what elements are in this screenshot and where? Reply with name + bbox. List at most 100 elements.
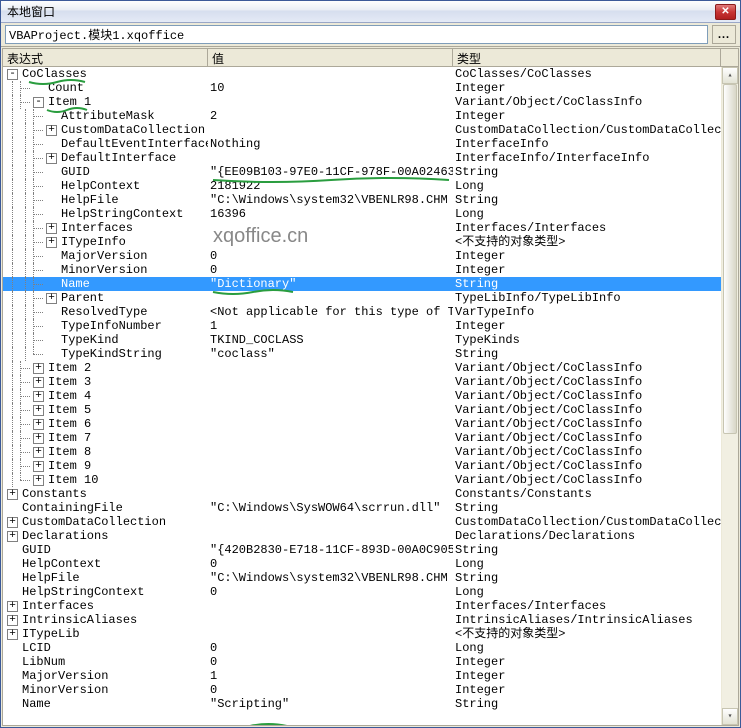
tree-row[interactable]: HelpFile"C:\Windows\system32\VBENLR98.CH… (3, 193, 738, 207)
scroll-down-button[interactable]: ▾ (722, 708, 738, 725)
cell-expression: +DefaultInterface (3, 151, 208, 165)
tree-row[interactable]: LCID0Long (3, 641, 738, 655)
expand-icon[interactable]: + (33, 363, 44, 374)
tree-row[interactable]: +ConstantsConstants/Constants (3, 487, 738, 501)
expand-icon[interactable]: + (7, 531, 18, 542)
scroll-track[interactable] (722, 84, 738, 708)
tree-row[interactable]: HelpContext0Long (3, 557, 738, 571)
expand-icon[interactable]: + (33, 405, 44, 416)
tree-row[interactable]: MajorVersion0Integer (3, 249, 738, 263)
column-header-expression[interactable]: 表达式 (3, 49, 208, 66)
expand-icon[interactable]: + (7, 517, 18, 528)
tree-row[interactable]: +IntrinsicAliasesIntrinsicAliases/Intrin… (3, 613, 738, 627)
tree-row[interactable]: TypeKindString"coclass"String (3, 347, 738, 361)
expand-icon[interactable]: + (7, 489, 18, 500)
cell-value (208, 445, 453, 459)
tree-row[interactable]: +ITypeInfo<不支持的对象类型> (3, 235, 738, 249)
cell-type: Integer (453, 319, 721, 333)
expand-icon[interactable]: + (7, 601, 18, 612)
tree-row[interactable]: +ParentTypeLibInfo/TypeLibInfo (3, 291, 738, 305)
cell-value: "Dictionary" (208, 277, 453, 291)
tree-row[interactable]: +Item 5Variant/Object/CoClassInfo (3, 403, 738, 417)
context-browse-button[interactable]: ... (712, 25, 736, 44)
column-header-type[interactable]: 类型 (453, 49, 721, 66)
expand-icon[interactable]: + (33, 475, 44, 486)
cell-value: 1 (208, 669, 453, 683)
expand-icon[interactable]: + (46, 237, 57, 248)
tree-row[interactable]: +Item 6Variant/Object/CoClassInfo (3, 417, 738, 431)
expand-icon[interactable]: + (33, 391, 44, 402)
collapse-icon[interactable]: - (33, 97, 44, 108)
tree-row[interactable]: Count10Integer (3, 81, 738, 95)
column-header-value[interactable]: 值 (208, 49, 453, 66)
cell-type: Integer (453, 655, 721, 669)
grid-body[interactable]: -CoClassesCoClasses/CoClassesCount10Inte… (3, 67, 738, 725)
vertical-scrollbar[interactable]: ▴ ▾ (721, 67, 738, 725)
close-icon: ✕ (721, 6, 729, 17)
tree-row[interactable]: TypeInfoNumber1Integer (3, 319, 738, 333)
expand-icon[interactable]: + (33, 433, 44, 444)
tree-row[interactable]: +CustomDataCollectionCustomDataCollectio… (3, 123, 738, 137)
expand-icon[interactable]: + (7, 629, 18, 640)
close-button[interactable]: ✕ (715, 4, 736, 20)
tree-row[interactable]: HelpFile"C:\Windows\system32\VBENLR98.CH… (3, 571, 738, 585)
scroll-thumb[interactable] (723, 84, 737, 434)
tree-row[interactable]: TypeKindTKIND_COCLASSTypeKinds (3, 333, 738, 347)
tree-row[interactable]: AttributeMask2Integer (3, 109, 738, 123)
tree-row[interactable]: GUID"{EE09B103-97E0-11CF-978F-00A02463E0… (3, 165, 738, 179)
tree-row[interactable]: +InterfacesInterfaces/Interfaces (3, 599, 738, 613)
cell-value: 2 (208, 109, 453, 123)
tree-row[interactable]: HelpStringContext16396Long (3, 207, 738, 221)
tree-row[interactable]: +Item 2Variant/Object/CoClassInfo (3, 361, 738, 375)
collapse-icon[interactable]: - (7, 69, 18, 80)
tree-row[interactable]: +Item 4Variant/Object/CoClassInfo (3, 389, 738, 403)
expand-icon[interactable]: + (46, 153, 57, 164)
tree-row[interactable]: ResolvedType<Not applicable for this typ… (3, 305, 738, 319)
tree-row[interactable]: +Item 10Variant/Object/CoClassInfo (3, 473, 738, 487)
row-name: TypeKind (61, 333, 119, 347)
scroll-up-button[interactable]: ▴ (722, 67, 738, 84)
expand-icon[interactable]: + (33, 447, 44, 458)
cell-type: VarTypeInfo (453, 305, 721, 319)
expand-icon[interactable]: + (46, 293, 57, 304)
tree-row[interactable]: Name"Scripting"String (3, 697, 738, 711)
expand-icon[interactable]: + (46, 223, 57, 234)
grid-header[interactable]: 表达式 值 类型 (3, 49, 738, 67)
tree-row[interactable]: MajorVersion1Integer (3, 669, 738, 683)
tree-row[interactable]: +Item 7Variant/Object/CoClassInfo (3, 431, 738, 445)
tree-spacer (46, 251, 57, 262)
tree-row[interactable]: +InterfacesInterfaces/Interfaces (3, 221, 738, 235)
tree-row[interactable]: Name"Dictionary"String (3, 277, 738, 291)
cell-type: Integer (453, 81, 721, 95)
cell-type: Interfaces/Interfaces (453, 221, 721, 235)
tree-row[interactable]: HelpStringContext0Long (3, 585, 738, 599)
tree-row[interactable]: HelpContext2181922Long (3, 179, 738, 193)
row-name: TypeInfoNumber (61, 319, 162, 333)
tree-row[interactable]: +DefaultInterfaceInterfaceInfo/Interface… (3, 151, 738, 165)
tree-row[interactable]: +Item 8Variant/Object/CoClassInfo (3, 445, 738, 459)
tree-row[interactable]: +CustomDataCollectionCustomDataCollectio… (3, 515, 738, 529)
expand-icon[interactable]: + (33, 461, 44, 472)
tree-row[interactable]: +DeclarationsDeclarations/Declarations (3, 529, 738, 543)
tree-row[interactable]: +Item 9Variant/Object/CoClassInfo (3, 459, 738, 473)
tree-row[interactable]: LibNum0Integer (3, 655, 738, 669)
tree-row[interactable]: -CoClassesCoClasses/CoClasses (3, 67, 738, 81)
expand-icon[interactable]: + (46, 125, 57, 136)
tree-row[interactable]: MinorVersion0Integer (3, 263, 738, 277)
cell-expression: LCID (3, 641, 208, 655)
tree-row[interactable]: ContainingFile"C:\Windows\SysWOW64\scrru… (3, 501, 738, 515)
tree-row[interactable]: DefaultEventInterfaceNothingInterfaceInf… (3, 137, 738, 151)
tree-row[interactable]: -Item 1Variant/Object/CoClassInfo (3, 95, 738, 109)
expand-icon[interactable]: + (7, 615, 18, 626)
tree-row[interactable]: +ITypeLib<不支持的对象类型> (3, 627, 738, 641)
tree-row[interactable]: +Item 3Variant/Object/CoClassInfo (3, 375, 738, 389)
tree-row[interactable]: GUID"{420B2830-E718-11CF-893D-00A0C90542… (3, 543, 738, 557)
expand-icon[interactable]: + (33, 377, 44, 388)
row-name: Item 10 (48, 473, 98, 487)
context-combo[interactable]: VBAProject.模块1.xqoffice (5, 25, 708, 44)
row-name: Item 1 (48, 95, 91, 109)
title-bar[interactable]: 本地窗口 ✕ (1, 1, 740, 23)
expand-icon[interactable]: + (33, 419, 44, 430)
cell-expression: +CustomDataCollection (3, 515, 208, 529)
tree-row[interactable]: MinorVersion0Integer (3, 683, 738, 697)
